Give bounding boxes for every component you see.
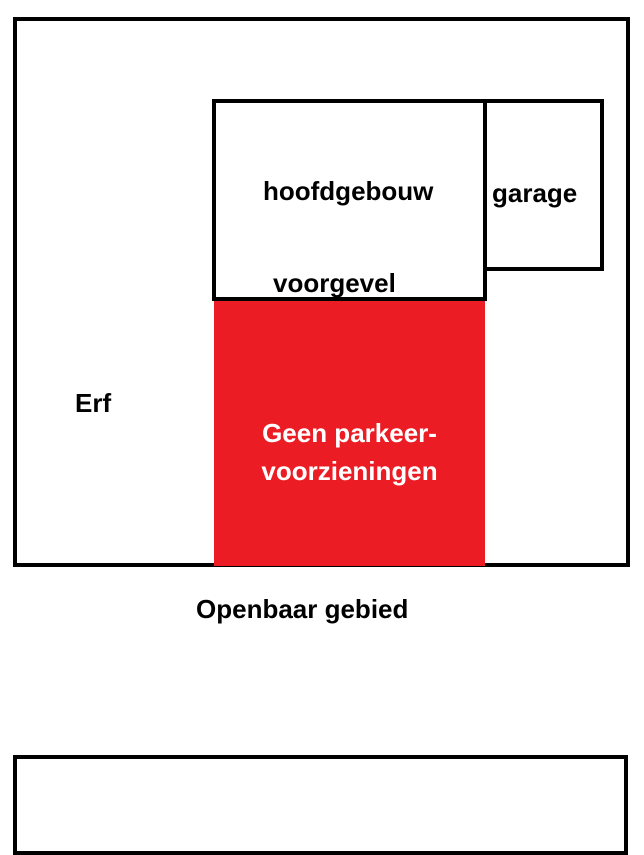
no-parking-label-line2: voorzieningen (261, 456, 438, 486)
adjacent-plot-outline (13, 755, 628, 855)
public-area-label: Openbaar gebied (196, 594, 409, 624)
no-parking-label-line1: Geen parkeer- (262, 418, 437, 448)
no-parking-label: Geen parkeer- voorzieningen (214, 414, 485, 490)
erf-label: Erf (75, 388, 112, 418)
main-building-label: hoofdgebouw (263, 176, 434, 206)
garage-label: garage (492, 178, 578, 208)
front-facade-label: voorgevel (273, 268, 396, 298)
